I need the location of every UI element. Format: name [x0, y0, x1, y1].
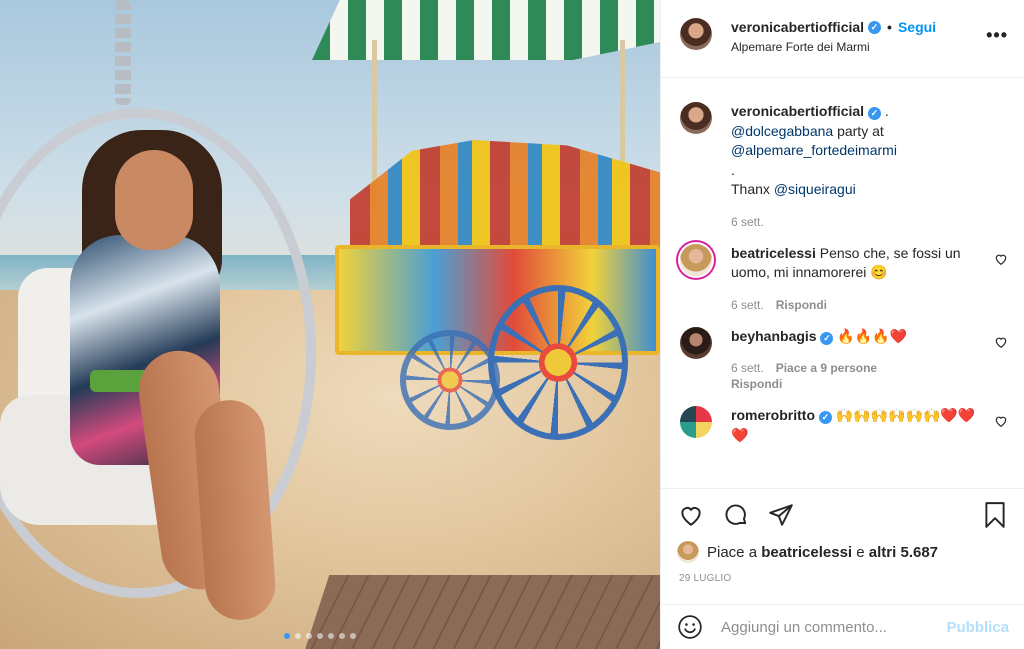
caption-text: party at [833, 122, 884, 139]
reply-button[interactable]: Rispondi [776, 297, 827, 313]
carousel-dot [306, 633, 312, 639]
commenter-avatar[interactable] [680, 326, 712, 359]
more-options-icon[interactable]: ••• [986, 26, 1008, 44]
author-avatar[interactable] [680, 18, 712, 50]
carousel-dot [339, 633, 345, 639]
caption-text: . [731, 161, 735, 178]
post-header: veronicabertiofficial ✓ • Segui Alpemare… [661, 0, 1024, 78]
likes-prefix: Piace a [707, 543, 762, 561]
liker-avatar[interactable] [677, 541, 699, 563]
comment-time[interactable]: 6 sett. [731, 297, 764, 313]
comment-username[interactable]: beyhanbagis [731, 328, 817, 344]
likes-summary[interactable]: Piace a beatricelessi e altri 5.687 [677, 541, 1009, 563]
post-location[interactable]: Alpemare Forte dei Marmi [731, 39, 986, 55]
caption-text: Thanx [731, 181, 774, 197]
likes-middle: e [852, 543, 869, 561]
like-heart-icon[interactable] [677, 501, 705, 529]
comment-text: 🔥🔥🔥❤️ [837, 327, 908, 344]
caption-text: . [884, 103, 889, 119]
carousel-dot [284, 633, 290, 639]
cart-wheel [488, 285, 628, 440]
post-date[interactable]: 29 LUGLIO [679, 573, 1009, 584]
liker-username[interactable]: beatricelessi [761, 544, 852, 561]
publish-button[interactable]: Pubblica [946, 619, 1009, 636]
striped-awning [312, 0, 660, 60]
commenter-avatar[interactable] [680, 406, 712, 438]
author-avatar[interactable] [680, 102, 712, 134]
chair-chain [115, 0, 131, 105]
comment-like-heart-icon[interactable] [994, 414, 1008, 428]
comment-composer: Pubblica [661, 604, 1024, 649]
carousel-indicator [284, 633, 356, 639]
caption-time[interactable]: 6 sett. [731, 214, 764, 230]
reply-button[interactable]: Rispondi [731, 376, 984, 392]
comments-list[interactable]: veronicabertiofficial ✓ . @dolcegabbana … [661, 78, 1024, 488]
post-sidebar: veronicabertiofficial ✓ • Segui Alpemare… [660, 0, 1024, 649]
comment: romerobritto ✓ 🙌🙌🙌🙌🙌🙌❤️❤️❤️ [680, 406, 1008, 445]
verified-badge-icon: ✓ [868, 20, 882, 34]
carousel-dot [328, 633, 334, 639]
comment-time[interactable]: 6 sett. [731, 360, 764, 376]
comment: beatricelessi Penso che, se fossi un uom… [680, 243, 1008, 313]
separator: • [887, 19, 892, 35]
likes-others[interactable]: altri 5.687 [869, 544, 938, 561]
share-paper-plane-icon[interactable] [767, 501, 795, 529]
verified-badge-icon: ✓ [820, 331, 834, 345]
bookmark-save-icon[interactable] [981, 501, 1009, 529]
mention-link[interactable]: @dolcegabbana [731, 123, 833, 139]
carousel-dot [350, 633, 356, 639]
caption: veronicabertiofficial ✓ . @dolcegabbana … [680, 102, 1008, 230]
commenter-avatar[interactable] [680, 243, 712, 276]
mention-link[interactable]: @alpemare_fortedeimarmi [731, 142, 897, 158]
verified-badge-icon: ✓ [818, 411, 832, 424]
comment-username[interactable]: beatricelessi [731, 245, 816, 261]
emoji-icon[interactable] [677, 614, 703, 640]
woman-face [115, 150, 193, 250]
post-actions: Piace a beatricelessi e altri 5.687 29 L… [661, 488, 1024, 584]
post-photo[interactable] [0, 0, 660, 649]
carousel-dot [317, 633, 323, 639]
comment-like-heart-icon[interactable] [994, 252, 1008, 266]
comment-bubble-icon[interactable] [722, 501, 750, 529]
follow-button[interactable]: Segui [898, 18, 936, 36]
author-username[interactable]: veronicabertiofficial [731, 18, 864, 36]
verified-badge-icon: ✓ [867, 107, 881, 120]
caption-author[interactable]: veronicabertiofficial [731, 103, 864, 119]
comment-likes[interactable]: Piace a 9 persone [776, 360, 877, 376]
comment-like-heart-icon[interactable] [994, 335, 1008, 349]
instagram-post: veronicabertiofficial ✓ • Segui Alpemare… [0, 0, 1024, 649]
cart-wheel [400, 330, 500, 430]
comment-input[interactable] [721, 618, 939, 636]
mention-link[interactable]: @siqueiragui [774, 181, 856, 197]
comment: beyhanbagis ✓ 🔥🔥🔥❤️ 6 sett. Piace a 9 pe… [680, 326, 1008, 393]
carousel-dot [295, 633, 301, 639]
stacked-tins [350, 140, 660, 248]
comment-username[interactable]: romerobritto [731, 407, 815, 423]
